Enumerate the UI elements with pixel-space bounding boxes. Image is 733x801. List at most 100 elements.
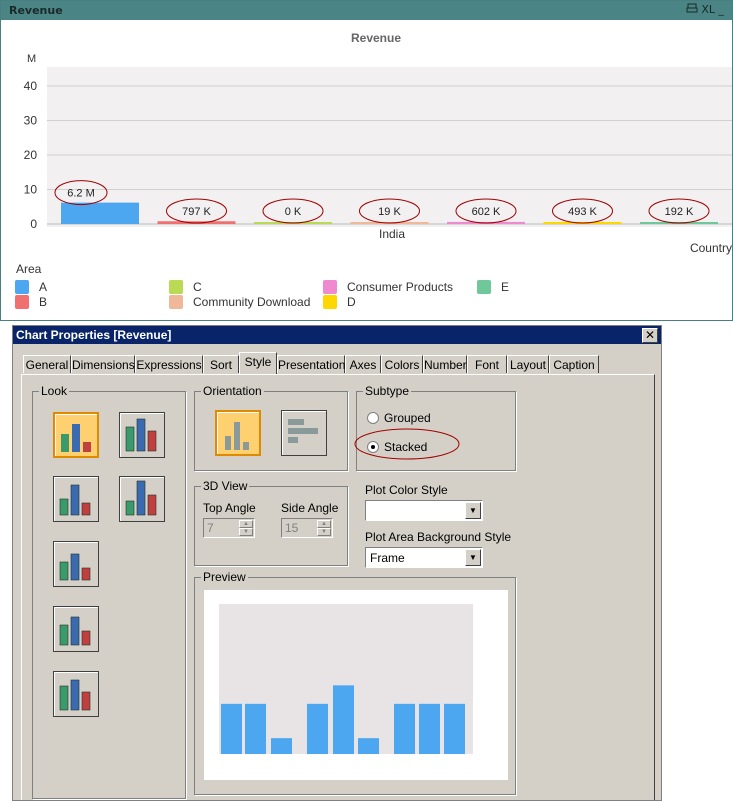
preview-bar — [358, 738, 379, 754]
plot-area-bg-select[interactable]: Frame ▼ — [365, 547, 483, 568]
side-angle-stepper[interactable]: 15 ▲ ▼ — [281, 518, 333, 538]
minimize-icon[interactable]: _ — [719, 3, 725, 16]
top-angle-value: 7 — [207, 521, 214, 535]
style-tab-panel: Look Orientation Subtype Grouped Stacked… — [21, 374, 655, 800]
orientation-vertical-button[interactable] — [215, 410, 261, 456]
preview-bar — [333, 685, 354, 754]
plot-area-bg-label: Plot Area Background Style — [365, 530, 512, 544]
look-option-3d-tall[interactable] — [119, 476, 165, 522]
tab-colors[interactable]: Colors — [381, 355, 423, 373]
grouped-radio[interactable] — [367, 412, 379, 424]
y-tick-label: 20 — [24, 148, 38, 162]
data-label: 602 K — [472, 206, 501, 218]
plot-color-style-select[interactable]: ▼ — [365, 500, 483, 521]
horizontal-bars-icon — [288, 419, 318, 443]
dialog-titlebar: Chart Properties [Revenue] ✕ — [13, 326, 661, 344]
legend-label: Community Download — [193, 295, 310, 309]
stacked-annotation-circle — [354, 428, 460, 460]
tab-axes[interactable]: Axes — [345, 355, 381, 373]
preview-bar — [245, 703, 266, 754]
top-angle-label: Top Angle — [203, 501, 256, 515]
spin-down-icon[interactable]: ▼ — [317, 528, 331, 536]
chart-window-icons: XL _ — [686, 3, 724, 16]
preview-bar — [307, 703, 328, 754]
tab-expressions[interactable]: Expressions — [135, 355, 203, 373]
look-option-3d-step[interactable] — [53, 541, 99, 587]
close-button[interactable]: ✕ — [642, 328, 658, 343]
look-option-cylinder[interactable] — [53, 606, 99, 652]
chart-titlebar: Revenue XL _ — [1, 1, 732, 20]
legend-title: Area — [16, 262, 42, 276]
y-tick-label: 10 — [24, 183, 38, 197]
tab-dimensions[interactable]: Dimensions — [71, 355, 135, 373]
y-unit-label: M — [27, 53, 36, 65]
look-option-3d-bars[interactable] — [53, 476, 99, 522]
bar-chart-style-icon — [125, 480, 157, 516]
tab-sort[interactable]: Sort — [203, 355, 239, 373]
look-option-3d-cluster[interactable] — [119, 412, 165, 458]
plot-area — [47, 67, 732, 227]
bar-chart-style-icon — [59, 679, 91, 711]
bar-chart-style-icon — [59, 616, 91, 646]
look-option-outline[interactable] — [53, 671, 99, 717]
look-option-flat[interactable] — [53, 412, 99, 458]
data-label: 0 K — [285, 206, 302, 218]
data-label: 797 K — [182, 206, 211, 218]
tab-general[interactable]: General — [23, 355, 71, 373]
legend-label: D — [347, 295, 356, 309]
look-label: Look — [39, 384, 70, 398]
print-icon[interactable] — [686, 3, 698, 14]
legend-swatch — [15, 280, 29, 294]
bar-chart-style-icon — [59, 484, 91, 516]
3d-view-group: 3D View Top Angle 7 ▲ ▼ Side Angle 15 ▲ ▼ — [194, 479, 348, 566]
top-angle-stepper[interactable]: 7 ▲ ▼ — [203, 518, 255, 538]
data-label: 192 K — [665, 206, 694, 218]
preview-bar — [444, 703, 465, 754]
tab-caption[interactable]: Caption — [549, 355, 599, 373]
legend-swatch — [15, 295, 29, 309]
legend-label: E — [501, 280, 509, 294]
legend-swatch — [169, 280, 183, 294]
subtype-group: Subtype Grouped Stacked — [354, 384, 516, 471]
tab-layout[interactable]: Layout — [507, 355, 549, 373]
bar-a[interactable] — [61, 202, 139, 224]
legend-swatch — [323, 295, 337, 309]
data-label: 6.2 M — [67, 188, 95, 200]
bar-chart-style-icon — [61, 424, 91, 452]
tab-number[interactable]: Number — [423, 355, 467, 373]
y-tick-label: 40 — [24, 79, 38, 93]
tab-font[interactable]: Font — [467, 355, 507, 373]
preview-label: Preview — [201, 570, 248, 584]
preview-chart — [219, 604, 473, 754]
chart-window: Revenue XL _ Revenue M 0 10 20 30 40 6.2 M 797 K… — [0, 0, 733, 321]
orientation-label: Orientation — [201, 384, 264, 398]
bar-chart-style-icon — [125, 418, 157, 452]
excel-icon[interactable]: XL — [701, 3, 715, 16]
revenue-chart: Revenue M 0 10 20 30 40 6.2 M 797 K 0 K 19 K 602 K 4… — [15, 31, 732, 309]
side-angle-label: Side Angle — [281, 501, 339, 515]
legend-swatch — [169, 295, 183, 309]
y-tick-label: 30 — [24, 114, 38, 128]
orientation-horizontal-button[interactable] — [281, 410, 327, 456]
chevron-down-icon[interactable]: ▼ — [465, 502, 481, 519]
legend-label: C — [193, 280, 202, 294]
spin-down-icon[interactable]: ▼ — [239, 528, 253, 536]
spin-up-icon[interactable]: ▲ — [239, 520, 253, 528]
tab-style[interactable]: Style — [239, 352, 277, 374]
x-dimension-label: Country — [690, 241, 732, 255]
dialog-title: Chart Properties [Revenue] — [16, 328, 172, 342]
spin-up-icon[interactable]: ▲ — [317, 520, 331, 528]
side-angle-value: 15 — [285, 521, 299, 535]
chevron-down-icon[interactable]: ▼ — [465, 549, 481, 566]
bar-chart-style-icon — [59, 553, 91, 581]
preview-group: Preview — [194, 570, 516, 795]
chart-title: Revenue — [351, 31, 401, 45]
y-tick-label: 0 — [30, 217, 37, 231]
tab-presentation[interactable]: Presentation — [277, 355, 345, 373]
look-group: Look — [32, 384, 186, 799]
legend-swatch — [477, 280, 491, 294]
orientation-group: Orientation — [194, 384, 348, 471]
3d-view-label: 3D View — [201, 479, 250, 493]
legend-label: A — [39, 280, 47, 294]
preview-bar — [221, 703, 242, 754]
